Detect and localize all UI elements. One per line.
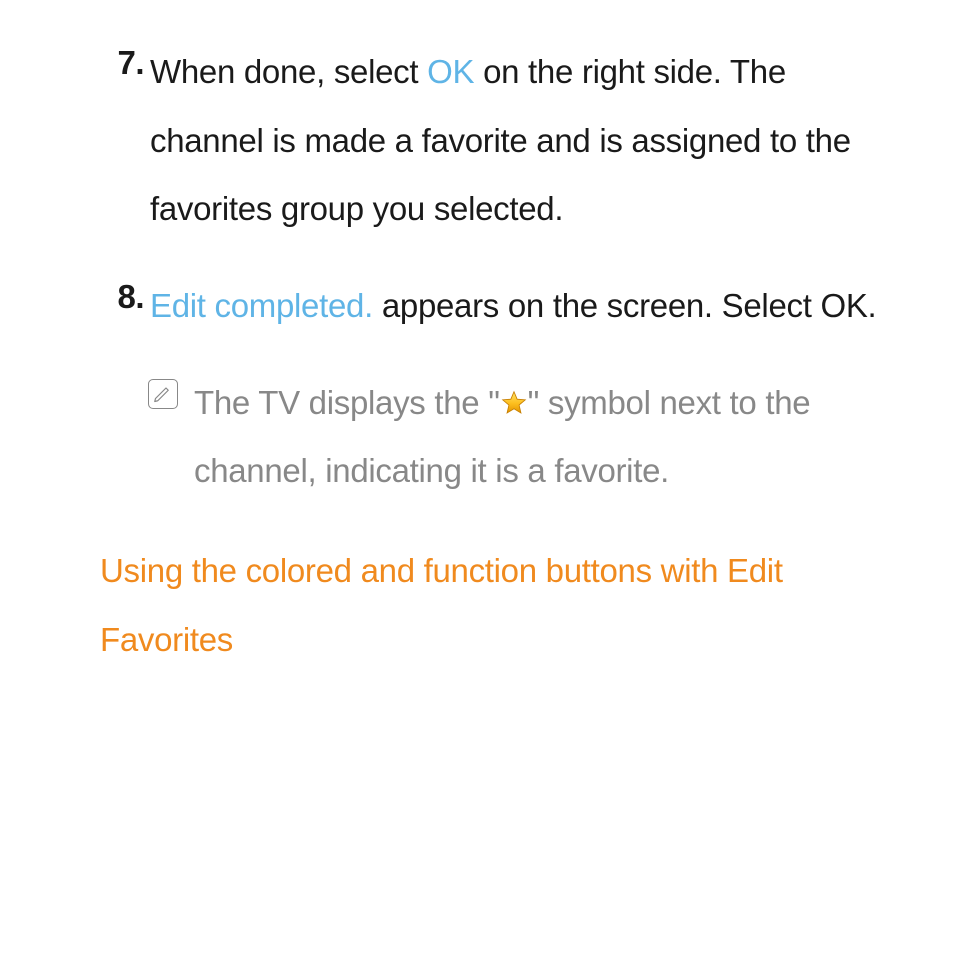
note-text-pre: The TV displays the " — [194, 384, 500, 421]
step-8-number: 8. — [100, 274, 150, 320]
step-8-text-post: appears on the screen. Select OK. — [373, 287, 876, 324]
section-heading: Using the colored and function buttons w… — [100, 536, 904, 675]
note: The TV displays the " " symbol next to t… — [148, 369, 904, 506]
note-icon — [148, 379, 178, 409]
step-7-number: 7. — [100, 40, 150, 86]
step-8-edit-completed-highlight: Edit completed. — [150, 287, 373, 324]
step-8-body: Edit completed. appears on the screen. S… — [150, 272, 904, 341]
step-7: 7. When done, select OK on the right sid… — [100, 38, 904, 244]
step-7-text-pre: When done, select — [150, 53, 427, 90]
star-icon — [501, 390, 527, 416]
note-body: The TV displays the " " symbol next to t… — [194, 369, 904, 506]
manual-page: 7. When done, select OK on the right sid… — [0, 0, 954, 714]
step-8: 8. Edit completed. appears on the screen… — [100, 272, 904, 341]
step-7-body: When done, select OK on the right side. … — [150, 38, 904, 244]
step-7-ok-highlight: OK — [427, 53, 474, 90]
